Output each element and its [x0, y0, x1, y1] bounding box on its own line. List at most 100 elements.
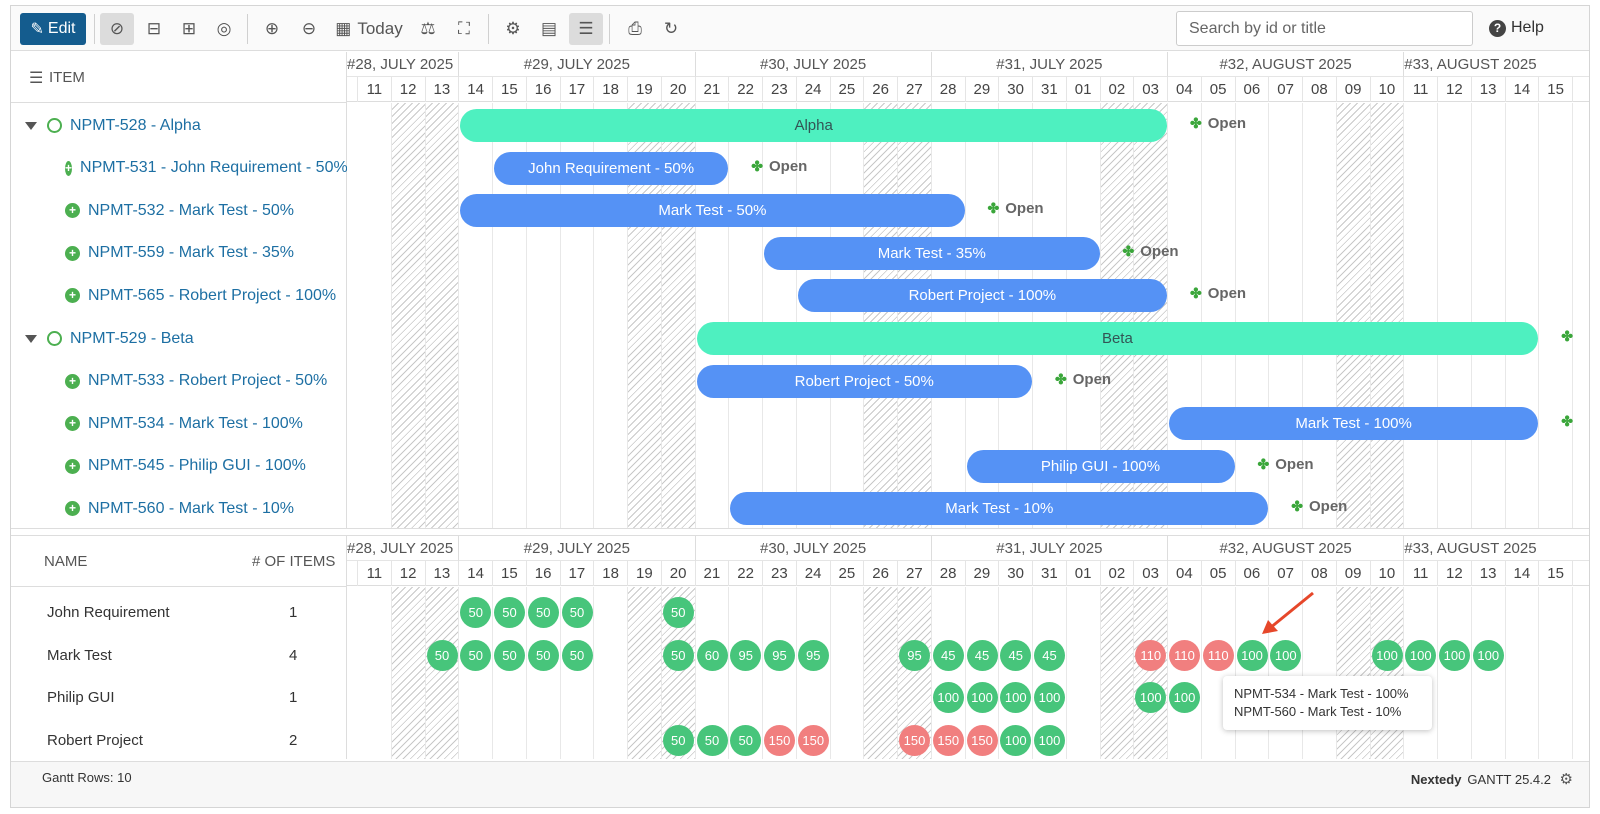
load-bubble[interactable]: 100 [1371, 639, 1403, 671]
zoom-out-icon[interactable]: ⊖ [294, 13, 324, 45]
refresh-icon[interactable]: ↻ [655, 13, 687, 45]
expand-toggle-icon[interactable] [25, 121, 37, 130]
overload-bubble[interactable]: 150 [966, 724, 998, 756]
item-label-link[interactable]: NPMT-560 - Mark Test - 10% [88, 500, 294, 518]
gear-icon[interactable]: ⚙ [1560, 770, 1573, 788]
load-bubble[interactable]: 100 [1034, 682, 1065, 714]
overload-bubble[interactable]: 110 [1135, 639, 1167, 671]
task-bar[interactable]: Philip GUI - 100% [966, 449, 1235, 483]
calendar-edit-icon[interactable]: ▤ [533, 13, 565, 45]
resource-row[interactable]: Philip GUI 1 [11, 676, 347, 719]
zoom-in-icon[interactable]: ⊕ [257, 13, 287, 45]
task-bar[interactable]: Mark Test - 35% [764, 236, 1100, 270]
tree-item-row[interactable]: + NPMT-545 - Philip GUI - 100% [11, 445, 347, 488]
load-bubble[interactable]: 45 [1034, 639, 1065, 671]
load-bubble[interactable]: 50 [494, 597, 525, 628]
overload-bubble[interactable]: 150 [797, 724, 829, 756]
item-label-link[interactable]: NPMT-529 - Beta [70, 330, 194, 348]
target-icon[interactable]: ◎ [209, 13, 239, 45]
load-bubble[interactable]: 100 [1034, 724, 1065, 756]
fit-screen-icon[interactable]: ⛶ [449, 13, 479, 45]
item-label-link[interactable]: NPMT-528 - Alpha [70, 117, 201, 135]
load-bubble[interactable]: 50 [494, 639, 525, 671]
overload-bubble[interactable]: 150 [764, 724, 795, 756]
task-bar[interactable]: Beta [696, 322, 1539, 355]
load-bubble[interactable]: 50 [527, 639, 559, 671]
resource-row[interactable]: John Requirement 1 [11, 591, 347, 634]
load-bubble[interactable]: 100 [1439, 639, 1470, 671]
panel-splitter[interactable] [11, 528, 1589, 536]
item-label-link[interactable]: NPMT-533 - Robert Project - 50% [88, 372, 327, 390]
collapse-all-icon[interactable]: ⊟ [139, 13, 169, 45]
overload-bubble[interactable]: 110 [1169, 639, 1200, 671]
tree-item-row[interactable]: + NPMT-565 - Robert Project - 100% [11, 274, 347, 317]
search-input[interactable] [1176, 11, 1473, 46]
item-label-link[interactable]: NPMT-545 - Philip GUI - 100% [88, 457, 306, 475]
task-bar[interactable]: Mark Test - 10% [730, 492, 1269, 526]
tree-item-row[interactable]: + NPMT-534 - Mark Test - 100% [11, 402, 347, 445]
edit-button[interactable]: ✎ Edit [20, 13, 86, 45]
task-bar[interactable]: Robert Project - 100% [797, 279, 1167, 313]
overload-bubble[interactable]: 150 [899, 724, 930, 756]
tree-item-row[interactable]: + NPMT-560 - Mark Test - 10% [11, 487, 347, 530]
task-bar[interactable]: Mark Test - 50% [460, 194, 965, 228]
load-bubble[interactable]: 100 [1405, 639, 1437, 671]
load-bubble[interactable]: 100 [1472, 639, 1504, 671]
item-label-link[interactable]: NPMT-559 - Mark Test - 35% [88, 244, 294, 262]
load-bubble[interactable]: 100 [1236, 639, 1268, 671]
load-bubble[interactable]: 50 [662, 724, 694, 756]
load-bubble[interactable]: 50 [662, 639, 694, 671]
add-item-icon[interactable]: + [65, 458, 80, 474]
add-item-icon[interactable]: + [65, 416, 80, 432]
tree-item-row[interactable]: + NPMT-533 - Robert Project - 50% [11, 360, 347, 403]
expand-all-icon[interactable]: ⊞ [174, 13, 204, 45]
task-bar[interactable]: Robert Project - 50% [696, 364, 1032, 398]
task-bar[interactable]: John Requirement - 50% [494, 151, 729, 185]
load-bubble[interactable]: 95 [899, 639, 930, 671]
load-bubble[interactable]: 45 [1000, 639, 1032, 671]
overload-bubble[interactable]: 150 [932, 724, 964, 756]
tree-item-row[interactable]: + NPMT-531 - John Requirement - 50% [11, 147, 347, 190]
load-bubble[interactable]: 50 [426, 639, 458, 671]
resource-row[interactable]: Mark Test 4 [11, 634, 347, 677]
tree-group-row[interactable]: NPMT-528 - Alpha [11, 104, 347, 147]
add-item-icon[interactable]: + [65, 245, 80, 261]
item-label-link[interactable]: NPMT-565 - Robert Project - 100% [88, 287, 336, 305]
load-bubble[interactable]: 50 [730, 724, 762, 756]
load-bubble[interactable]: 45 [966, 639, 998, 671]
add-item-icon[interactable]: + [65, 160, 73, 176]
task-bar[interactable]: Alpha [460, 109, 1167, 142]
tree-group-row[interactable]: NPMT-529 - Beta [11, 317, 347, 360]
load-bubble[interactable]: 50 [460, 639, 492, 671]
item-label-link[interactable]: NPMT-534 - Mark Test - 100% [88, 415, 303, 433]
load-bubble[interactable]: 50 [527, 597, 559, 628]
add-item-icon[interactable]: + [65, 203, 80, 219]
load-bubble[interactable]: 45 [932, 639, 964, 671]
sort-list-icon[interactable]: ☰ [569, 13, 603, 45]
balance-icon[interactable]: ⚖ [413, 13, 443, 45]
task-bar[interactable]: Mark Test - 100% [1169, 407, 1539, 441]
load-bubble[interactable]: 95 [730, 639, 762, 671]
load-bubble[interactable]: 95 [764, 639, 795, 671]
overload-bubble[interactable]: 110 [1202, 639, 1234, 671]
tree-item-row[interactable]: + NPMT-559 - Mark Test - 35% [11, 232, 347, 275]
settings-window-icon[interactable]: ⚙ [497, 13, 529, 45]
item-label-link[interactable]: NPMT-531 - John Requirement - 50% [80, 159, 347, 177]
tree-item-row[interactable]: + NPMT-532 - Mark Test - 50% [11, 189, 347, 232]
today-button[interactable]: ▦ Today [331, 13, 407, 45]
add-item-icon[interactable]: + [65, 288, 80, 304]
load-bubble[interactable]: 100 [966, 682, 998, 714]
load-bubble[interactable]: 60 [696, 639, 728, 671]
load-bubble[interactable]: 100 [1270, 639, 1302, 671]
resource-row[interactable]: Robert Project 2 [11, 719, 347, 762]
add-item-icon[interactable]: + [65, 373, 80, 389]
load-bubble[interactable]: 100 [932, 682, 964, 714]
load-bubble[interactable]: 100 [1000, 724, 1032, 756]
hide-icon[interactable]: ⊘ [100, 13, 134, 45]
add-item-icon[interactable]: + [65, 501, 80, 517]
expand-toggle-icon[interactable] [25, 334, 37, 343]
menu-icon[interactable]: ☰ [29, 68, 43, 88]
load-bubble[interactable]: 95 [797, 639, 829, 671]
load-bubble[interactable]: 50 [561, 639, 593, 671]
load-bubble[interactable]: 50 [696, 724, 728, 756]
